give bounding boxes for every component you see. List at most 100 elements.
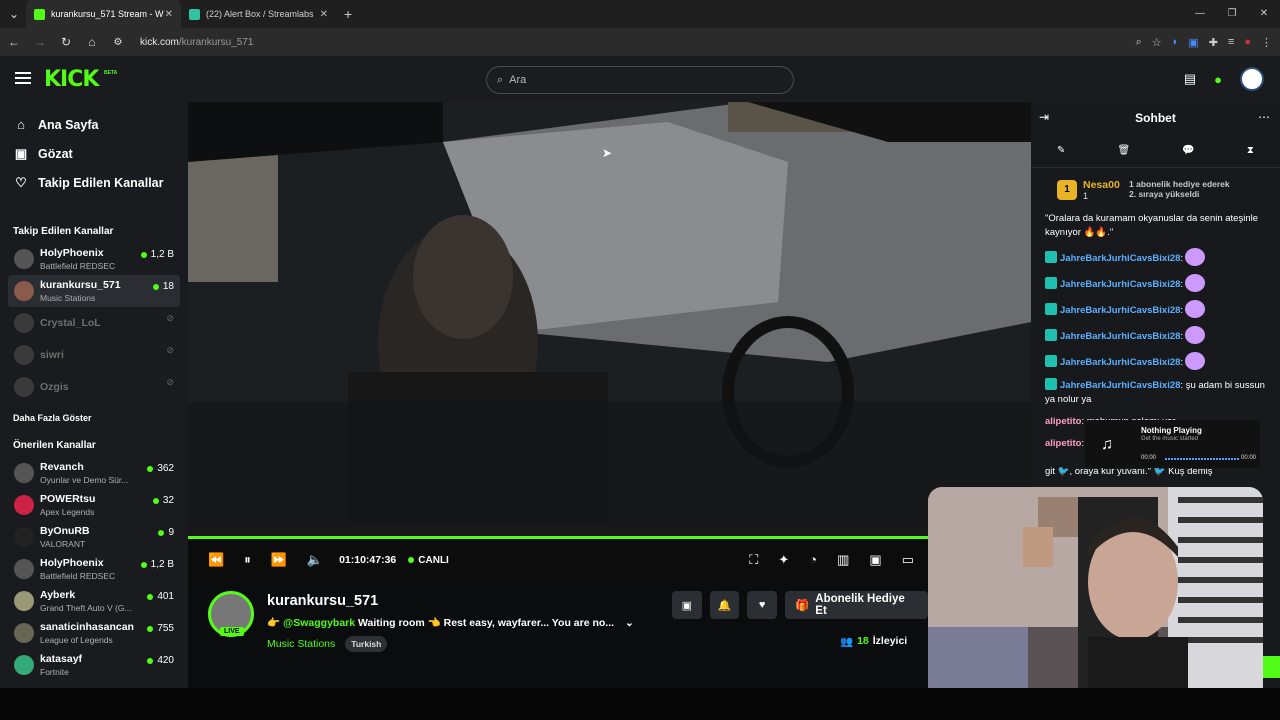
- channel-title[interactable]: kurankursu_571: [267, 593, 378, 609]
- profile-icon[interactable]: ●: [1244, 36, 1251, 48]
- bookmark-star-icon[interactable]: ☆: [1152, 36, 1162, 49]
- reload-icon[interactable]: ↻: [54, 35, 78, 49]
- music-end-time: 00:00: [1240, 455, 1256, 461]
- extensions-puzzle-icon[interactable]: ✚: [1209, 36, 1218, 49]
- channel-actions: ▣ 🔔 ♥ 🎁 Abonelik Hediye Et: [672, 591, 929, 619]
- search-input[interactable]: ⌕ Ara: [486, 66, 794, 94]
- fullscreen-icon[interactable]: ▭: [902, 552, 914, 568]
- header-actions: ▤ ●: [1184, 67, 1264, 91]
- followed-channel-offline[interactable]: siwri ⊘: [0, 339, 188, 371]
- beta-label: BETA: [104, 70, 118, 76]
- recommended-channel[interactable]: POWERtsu Apex Legends 32: [0, 489, 188, 521]
- nav-home[interactable]: ⌂ Ana Sayfa: [0, 110, 188, 139]
- stats-icon[interactable]: ▥: [837, 552, 849, 568]
- chat-username[interactable]: alipetito: [1045, 438, 1081, 449]
- home-browser-icon[interactable]: ⌂: [80, 35, 104, 49]
- rewind-icon[interactable]: ⏪: [208, 552, 224, 568]
- video-player[interactable]: [188, 102, 1031, 536]
- chat-username[interactable]: JahreBarkJurhiCavsBixi28: [1060, 331, 1180, 342]
- language-tag[interactable]: Turkish: [345, 636, 388, 652]
- mention-link[interactable]: @Swaggybark: [283, 617, 355, 629]
- kick-coin-icon[interactable]: ●: [1214, 72, 1222, 87]
- show-more-link[interactable]: Daha Fazla Göster: [0, 403, 188, 433]
- category-link[interactable]: Music Stations: [267, 638, 335, 650]
- nav-browse[interactable]: ▣ Gözat: [0, 139, 188, 168]
- chat-username[interactable]: JahreBarkJurhiCavsBixi28: [1060, 380, 1180, 391]
- channel-category: Apex Legends: [40, 507, 95, 517]
- forward-icon[interactable]: ⏩: [271, 552, 287, 568]
- close-window-icon[interactable]: ✕: [1248, 0, 1280, 28]
- extension-icon[interactable]: ◗: [1172, 36, 1179, 48]
- chat-menu-icon[interactable]: ⋯: [1258, 110, 1270, 124]
- recommended-channel[interactable]: HolyPhoenix Battlefield REDSEC 1,2 B: [0, 553, 188, 585]
- chat-username[interactable]: JahreBarkJurhiCavsBixi28: [1060, 253, 1180, 264]
- emote-icon: [1185, 352, 1206, 370]
- recommended-channel[interactable]: ByOnuRB VALORANT 9: [0, 521, 188, 553]
- browser-menu-icon[interactable]: ⋮: [1261, 36, 1272, 49]
- recommended-channel[interactable]: sanaticinhasancan League of Legends 755: [0, 617, 188, 649]
- rewards-icon[interactable]: ▤: [1184, 71, 1196, 87]
- theater-mode-icon[interactable]: ▣: [869, 552, 881, 568]
- chat-bubble-icon[interactable]: 💬: [1182, 145, 1194, 156]
- restore-icon[interactable]: ❐: [1216, 0, 1248, 28]
- channel-name: Crystal_LoL: [40, 317, 101, 329]
- pointing-emoji: 👉: [267, 617, 281, 629]
- leader-name[interactable]: Nesa00: [1083, 179, 1120, 191]
- trash-icon[interactable]: 🗑: [1118, 145, 1131, 156]
- pin-icon[interactable]: ✎: [1057, 145, 1065, 156]
- zoom-icon[interactable]: ⌕: [1136, 36, 1142, 49]
- new-tab-icon[interactable]: +: [336, 6, 360, 22]
- chat-username[interactable]: alipetito: [1045, 416, 1081, 427]
- menu-icon[interactable]: [15, 72, 31, 84]
- channel-avatar: [14, 345, 34, 365]
- user-avatar[interactable]: [1240, 67, 1264, 91]
- recommended-channel[interactable]: katasayf Fortnite 420: [0, 649, 188, 681]
- notification-bell-icon[interactable]: 🔔: [709, 591, 740, 619]
- chat-username[interactable]: JahreBarkJurhiCavsBixi28: [1060, 357, 1180, 368]
- site-info-icon[interactable]: ⚙: [106, 37, 130, 48]
- tab-title: (22) Alert Box / Streamlabs: [206, 9, 314, 19]
- followed-channel[interactable]: HolyPhoenix Battlefield REDSEC 1,2 B: [0, 243, 188, 275]
- channel-category: Battlefield REDSEC: [40, 571, 116, 581]
- kick-logo[interactable]: KICK: [44, 67, 99, 92]
- offline-icon: ⊘: [166, 377, 174, 387]
- chevron-down-icon[interactable]: ⌄: [625, 617, 634, 629]
- nav-following[interactable]: ♡ Takip Edilen Kanallar: [0, 168, 188, 197]
- music-widget: ♫ Nothing Playing Get the music started …: [1085, 420, 1260, 468]
- gift-icon: 🎁: [794, 600, 810, 612]
- followed-channel-active[interactable]: kurankursu_571 Music Stations 18: [8, 275, 180, 307]
- clip-icon[interactable]: ⛶: [749, 552, 758, 568]
- channel-category: Battlefield REDSEC: [40, 261, 116, 271]
- back-icon[interactable]: ←: [2, 35, 26, 49]
- chat-username[interactable]: JahreBarkJurhiCavsBixi28: [1060, 305, 1180, 316]
- viewer-number: 18: [857, 635, 869, 647]
- url-field[interactable]: kick.com/kurankursu_571: [140, 37, 253, 48]
- recommended-channel[interactable]: Ayberk Grand Theft Auto V (G... 401: [0, 585, 188, 617]
- chat-username[interactable]: JahreBarkJurhiCavsBixi28: [1060, 279, 1180, 290]
- minimize-icon[interactable]: —: [1184, 0, 1216, 28]
- music-title: Nothing Playing: [1141, 426, 1202, 435]
- follow-heart-icon[interactable]: ♥: [747, 591, 777, 619]
- viewer-count: 420: [147, 655, 174, 666]
- close-tab-icon[interactable]: ✕: [320, 9, 328, 20]
- browser-tab-kick[interactable]: kurankursu_571 Stream - W ✕: [26, 0, 181, 28]
- media-icon[interactable]: ≡: [1228, 36, 1234, 48]
- followed-channel-offline[interactable]: Crystal_LoL ⊘: [0, 307, 188, 339]
- forward-icon[interactable]: →: [28, 35, 52, 49]
- recommended-channel[interactable]: Revanch Oyunlar ve Demo Sür... 362: [0, 457, 188, 489]
- browser-tab-streamlabs[interactable]: (22) Alert Box / Streamlabs ✕: [181, 0, 336, 28]
- translate-icon[interactable]: ▣: [1188, 36, 1198, 49]
- speed-icon[interactable]: ◔: [809, 552, 817, 568]
- hourglass-icon[interactable]: ⧗: [1247, 145, 1254, 156]
- close-tab-icon[interactable]: ✕: [165, 9, 173, 20]
- tab-list-icon[interactable]: ⌄: [2, 7, 26, 21]
- clip-button[interactable]: ▣: [672, 591, 702, 619]
- chat-message: JahreBarkJurhiCavsBixi28:: [1045, 300, 1270, 318]
- followed-channel-offline[interactable]: Ozgis ⊘: [0, 371, 188, 403]
- pause-icon[interactable]: ⏸: [244, 552, 251, 568]
- volume-icon[interactable]: 🔈: [307, 552, 323, 568]
- sidebar: ⌂ Ana Sayfa ▣ Gözat ♡ Takip Edilen Kanallar…: [0, 102, 188, 688]
- sparkle-icon[interactable]: ✦: [778, 552, 789, 568]
- sub-badge-icon: [1045, 378, 1057, 390]
- gift-sub-button[interactable]: 🎁 Abonelik Hediye Et: [784, 591, 929, 619]
